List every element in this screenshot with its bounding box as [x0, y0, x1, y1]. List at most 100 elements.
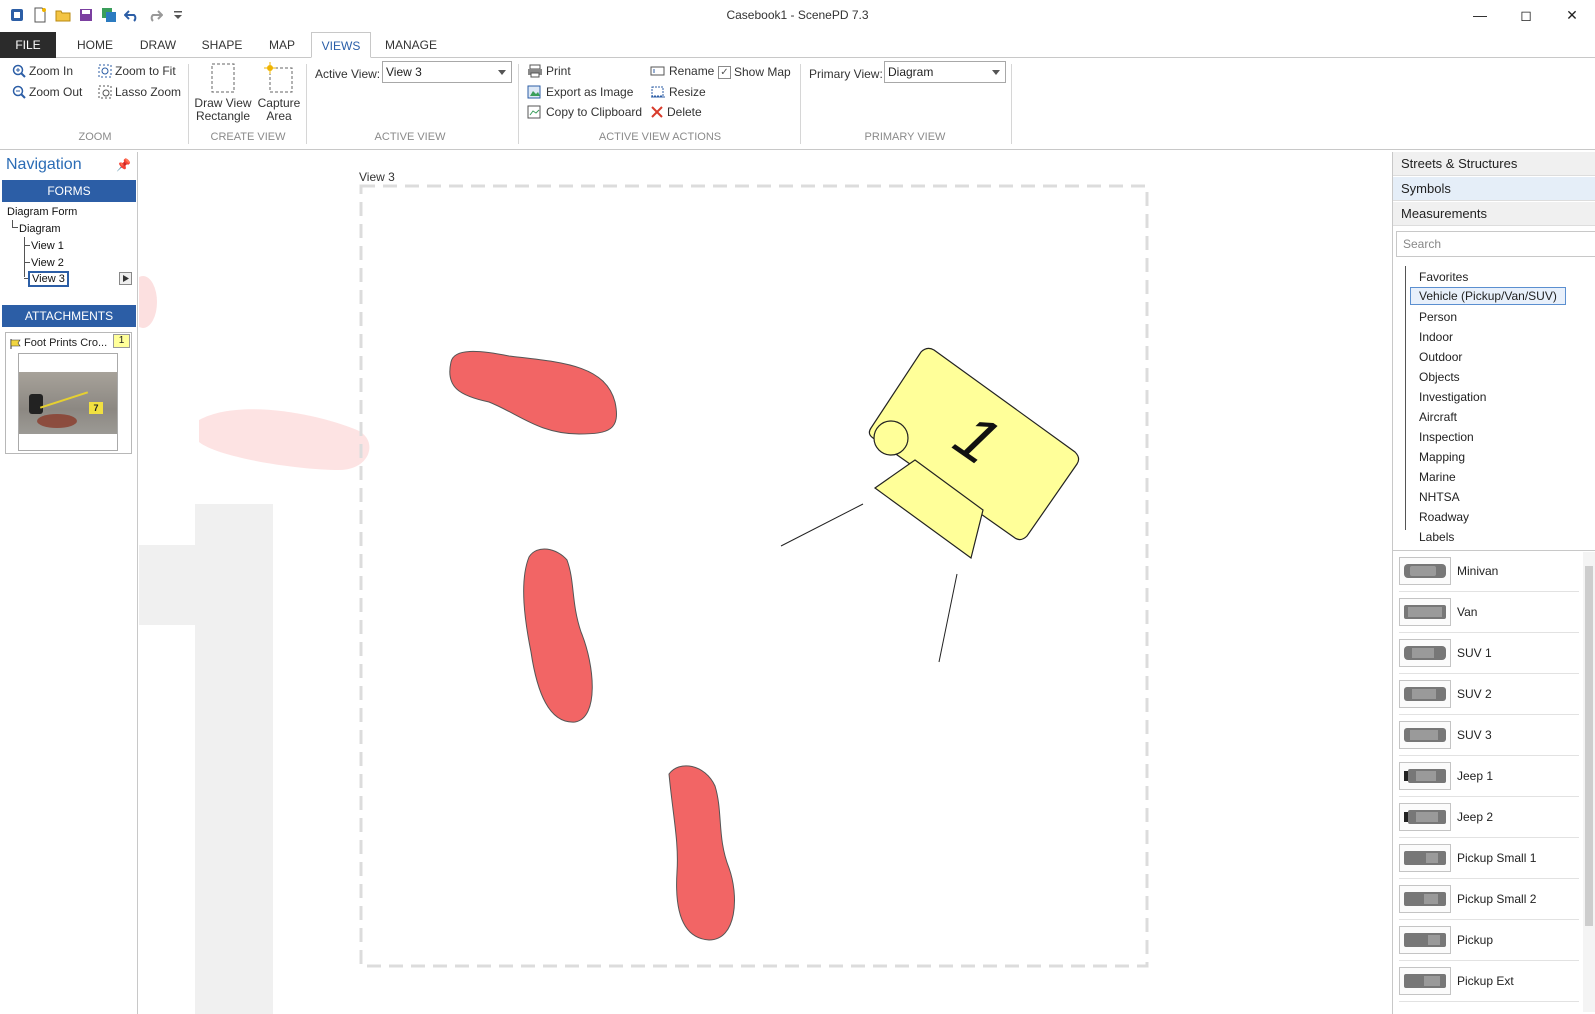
jeep-icon	[1399, 803, 1451, 831]
tree-diagram-form[interactable]: Diagram Form	[7, 206, 77, 218]
category-mapping[interactable]: Mapping	[1419, 450, 1465, 464]
category-outdoor[interactable]: Outdoor	[1419, 350, 1462, 364]
symbol-pickup-small-1[interactable]: Pickup Small 1	[1399, 839, 1579, 879]
copy-clipboard-button[interactable]: Copy to Clipboard	[527, 105, 642, 119]
diagram-surface[interactable]: View 3 1	[139, 152, 1391, 1014]
category-marine[interactable]: Marine	[1419, 470, 1456, 484]
evidence-marker-1[interactable]: 1	[780, 347, 1080, 663]
category-aircraft[interactable]: Aircraft	[1419, 410, 1457, 424]
lasso-zoom-icon	[98, 85, 112, 99]
section-measurements[interactable]: Measurements	[1393, 202, 1595, 226]
primary-view-select[interactable]: Diagram	[884, 61, 1006, 83]
window-title: Casebook1 - ScenePD 7.3	[726, 8, 869, 22]
chevron-down-icon	[498, 70, 506, 75]
tree-view-2[interactable]: View 2	[31, 257, 64, 269]
group-separator	[800, 64, 801, 144]
footprint[interactable]	[668, 765, 735, 941]
active-view-label: Active View:	[315, 67, 381, 81]
tree-connector	[24, 245, 30, 246]
lasso-zoom-button[interactable]: Lasso Zoom	[98, 85, 181, 99]
active-view-select[interactable]: View 3	[382, 61, 512, 83]
symbol-suv-2[interactable]: SUV 2	[1399, 675, 1579, 715]
minimize-button[interactable]: —	[1457, 0, 1503, 30]
active-view-value: View 3	[386, 65, 422, 79]
zoom-to-fit-button[interactable]: Zoom to Fit	[98, 64, 176, 78]
zoom-in-button[interactable]: Zoom In	[12, 64, 73, 78]
symbol-pickup-small-2[interactable]: Pickup Small 2	[1399, 880, 1579, 920]
zoom-in-label: Zoom In	[29, 64, 74, 78]
print-button[interactable]: Print	[527, 64, 571, 78]
symbol-suv-1[interactable]: SUV 1	[1399, 634, 1579, 674]
export-image-button[interactable]: Export as Image	[527, 85, 633, 99]
symbol-van[interactable]: Van	[1399, 593, 1579, 633]
attachments-header[interactable]: ATTACHMENTS	[2, 305, 136, 327]
map-block	[139, 545, 195, 625]
section-symbols[interactable]: Symbols	[1393, 177, 1595, 201]
draw-view-rectangle-button[interactable]: Draw View Rectangle	[194, 62, 252, 123]
delete-x-icon	[651, 106, 663, 118]
zoom-out-button[interactable]: Zoom Out	[12, 85, 82, 99]
category-nhtsa[interactable]: NHTSA	[1419, 490, 1460, 504]
diagram-canvas[interactable]: View 3 1	[139, 152, 1391, 1014]
zoom-in-icon	[12, 64, 26, 78]
capture-area-button[interactable]: Capture Area	[254, 62, 304, 123]
pickup-icon	[1399, 844, 1451, 872]
pickup-icon	[1399, 926, 1451, 954]
tab-views[interactable]: VIEWS	[311, 32, 371, 58]
symbol-jeep-2[interactable]: Jeep 2	[1399, 798, 1579, 838]
symbol-label: Pickup Ext	[1457, 974, 1514, 988]
symbol-jeep-1[interactable]: Jeep 1	[1399, 757, 1579, 797]
symbols-scrollbar[interactable]	[1583, 552, 1595, 1012]
capture-area-label-2: Area	[266, 109, 292, 123]
category-vehicle-pickup-van-suv[interactable]: Vehicle (Pickup/Van/SUV)	[1410, 287, 1566, 305]
footprint[interactable]	[523, 548, 593, 723]
pin-icon[interactable]: 📌	[116, 158, 131, 172]
navigation-title: Navigation	[6, 156, 82, 173]
attachment-card[interactable]: Foot Prints Cro... 1 7	[5, 332, 132, 454]
photo-stain	[37, 414, 77, 428]
capture-area-icon	[264, 62, 293, 93]
tree-view-1[interactable]: View 1	[31, 240, 64, 252]
section-streets-structures[interactable]: Streets & Structures	[1393, 152, 1595, 176]
category-inspection[interactable]: Inspection	[1419, 430, 1474, 444]
pickup-icon	[1399, 885, 1451, 913]
category-person[interactable]: Person	[1419, 310, 1457, 324]
active-view-group-label: ACTIVE VIEW	[374, 131, 446, 143]
category-labels[interactable]: Labels	[1419, 530, 1454, 544]
tree-diagram[interactable]: Diagram	[19, 223, 61, 235]
scrollbar-thumb[interactable]	[1585, 566, 1593, 926]
symbol-pickup[interactable]: Pickup	[1399, 921, 1579, 961]
show-map-checkbox[interactable]: ✓ Show Map	[718, 65, 791, 79]
forms-header[interactable]: FORMS	[2, 180, 136, 202]
tab-file[interactable]: FILE	[0, 32, 56, 58]
symbol-suv-3[interactable]: SUV 3	[1399, 716, 1579, 756]
print-label: Print	[546, 64, 571, 78]
symbol-pickup-ext[interactable]: Pickup Ext	[1399, 962, 1579, 1002]
symbol-label: Pickup	[1457, 933, 1494, 947]
show-map-label: Show Map	[734, 65, 791, 79]
tab-shape[interactable]: SHAPE	[190, 32, 254, 58]
category-objects[interactable]: Objects	[1419, 370, 1460, 384]
category-roadway[interactable]: Roadway	[1419, 510, 1469, 524]
footprint[interactable]	[449, 350, 617, 435]
maximize-button[interactable]: ◻	[1503, 0, 1549, 30]
category-indoor[interactable]: Indoor	[1419, 330, 1453, 344]
symbol-minivan[interactable]: Minivan	[1399, 552, 1579, 592]
expand-arrow-button[interactable]	[119, 272, 132, 285]
title-bar: Casebook1 - ScenePD 7.3 — ◻ ✕	[0, 0, 1595, 30]
tree-view-3[interactable]: View 3	[28, 271, 69, 287]
view-label: View 3	[359, 170, 395, 184]
close-button[interactable]: ✕	[1549, 0, 1595, 30]
delete-button[interactable]: Delete	[650, 105, 702, 119]
resize-button[interactable]: Resize	[650, 85, 706, 99]
tab-map[interactable]: MAP	[256, 32, 308, 58]
symbol-search-input[interactable]: Search	[1396, 231, 1595, 257]
checkbox-icon: ✓	[718, 65, 731, 79]
category-favorites[interactable]: Favorites	[1419, 270, 1468, 284]
category-investigation[interactable]: Investigation	[1419, 390, 1486, 404]
view-boundary[interactable]	[359, 184, 1149, 968]
tab-draw[interactable]: DRAW	[128, 32, 188, 58]
tab-manage[interactable]: MANAGE	[375, 32, 447, 58]
rename-button[interactable]: Rename	[650, 64, 714, 78]
tab-home[interactable]: HOME	[66, 32, 124, 58]
